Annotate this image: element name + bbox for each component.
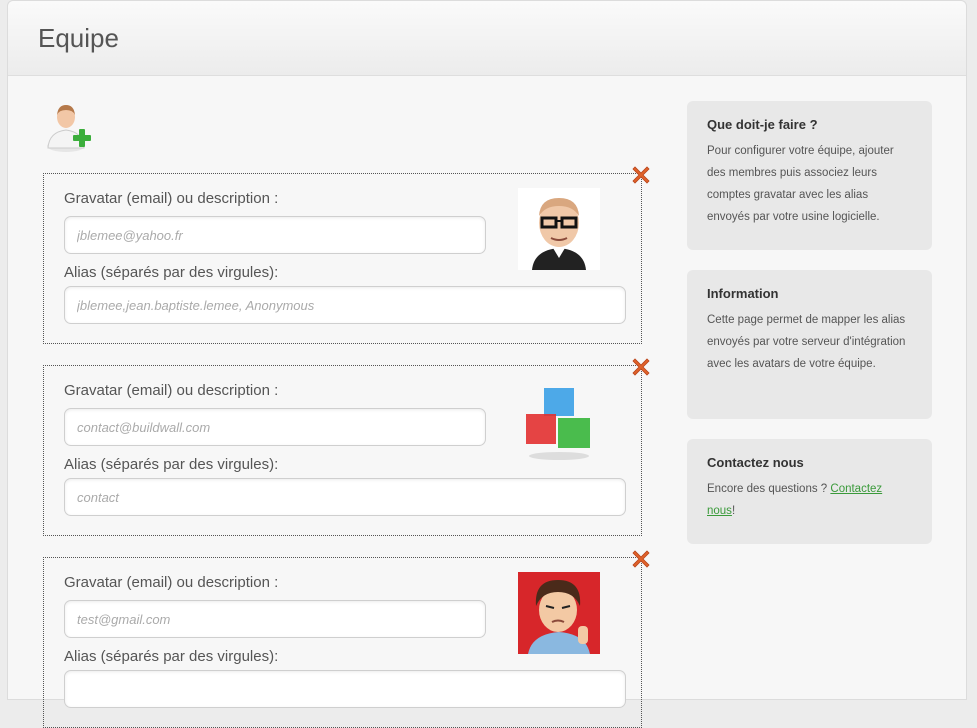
alias-label: Alias (séparés par des virgules): — [64, 456, 279, 473]
email-label: Gravatar (email) ou description : — [64, 190, 279, 207]
avatar — [518, 188, 600, 270]
contact-box: Contactez nous Encore des questions ? Co… — [687, 439, 932, 544]
member-card: Gravatar (email) ou description : Alias … — [43, 550, 650, 728]
email-label: Gravatar (email) ou description : — [64, 382, 279, 399]
avatar — [518, 380, 600, 462]
help-text: Pour configurer votre équipe, ajouter de… — [707, 145, 894, 223]
contact-title: Contactez nous — [707, 455, 804, 470]
email-label: Gravatar (email) ou description : — [64, 574, 279, 591]
avatar — [518, 572, 600, 654]
remove-member-icon[interactable] — [630, 356, 652, 378]
contact-text: Encore des questions ? Contactez nous! — [707, 478, 912, 522]
info-title: Information — [707, 286, 779, 301]
help-title: Que doit-je faire ? — [707, 117, 818, 132]
alias-field[interactable] — [64, 478, 626, 516]
member-card: Gravatar (email) ou description : Alias … — [43, 358, 650, 536]
member-card: Gravatar (email) ou description : Alias … — [43, 166, 650, 344]
info-box: Information Cette page permet de mapper … — [687, 270, 932, 419]
remove-member-icon[interactable] — [630, 164, 652, 186]
info-text: Cette page permet de mapper les alias en… — [707, 314, 906, 370]
team-panel: Equipe Gravatar (email) ou description :… — [7, 0, 967, 728]
help-box: Que doit-je faire ? Pour configurer votr… — [687, 101, 932, 250]
page-title: Equipe — [38, 23, 119, 53]
email-field[interactable] — [64, 600, 486, 638]
email-field[interactable] — [64, 408, 486, 446]
remove-member-icon[interactable] — [630, 548, 652, 570]
alias-label: Alias (séparés par des virgules): — [64, 264, 279, 281]
alias-field[interactable] — [64, 670, 626, 708]
contact-text-after: ! — [731, 505, 736, 517]
add-user-icon[interactable] — [45, 102, 95, 152]
panel-header: Equipe — [8, 1, 966, 76]
email-field[interactable] — [64, 216, 486, 254]
alias-label: Alias (séparés par des virgules): — [64, 648, 279, 665]
alias-field[interactable] — [64, 286, 626, 324]
contact-text-before: Encore des questions ? — [707, 483, 831, 495]
